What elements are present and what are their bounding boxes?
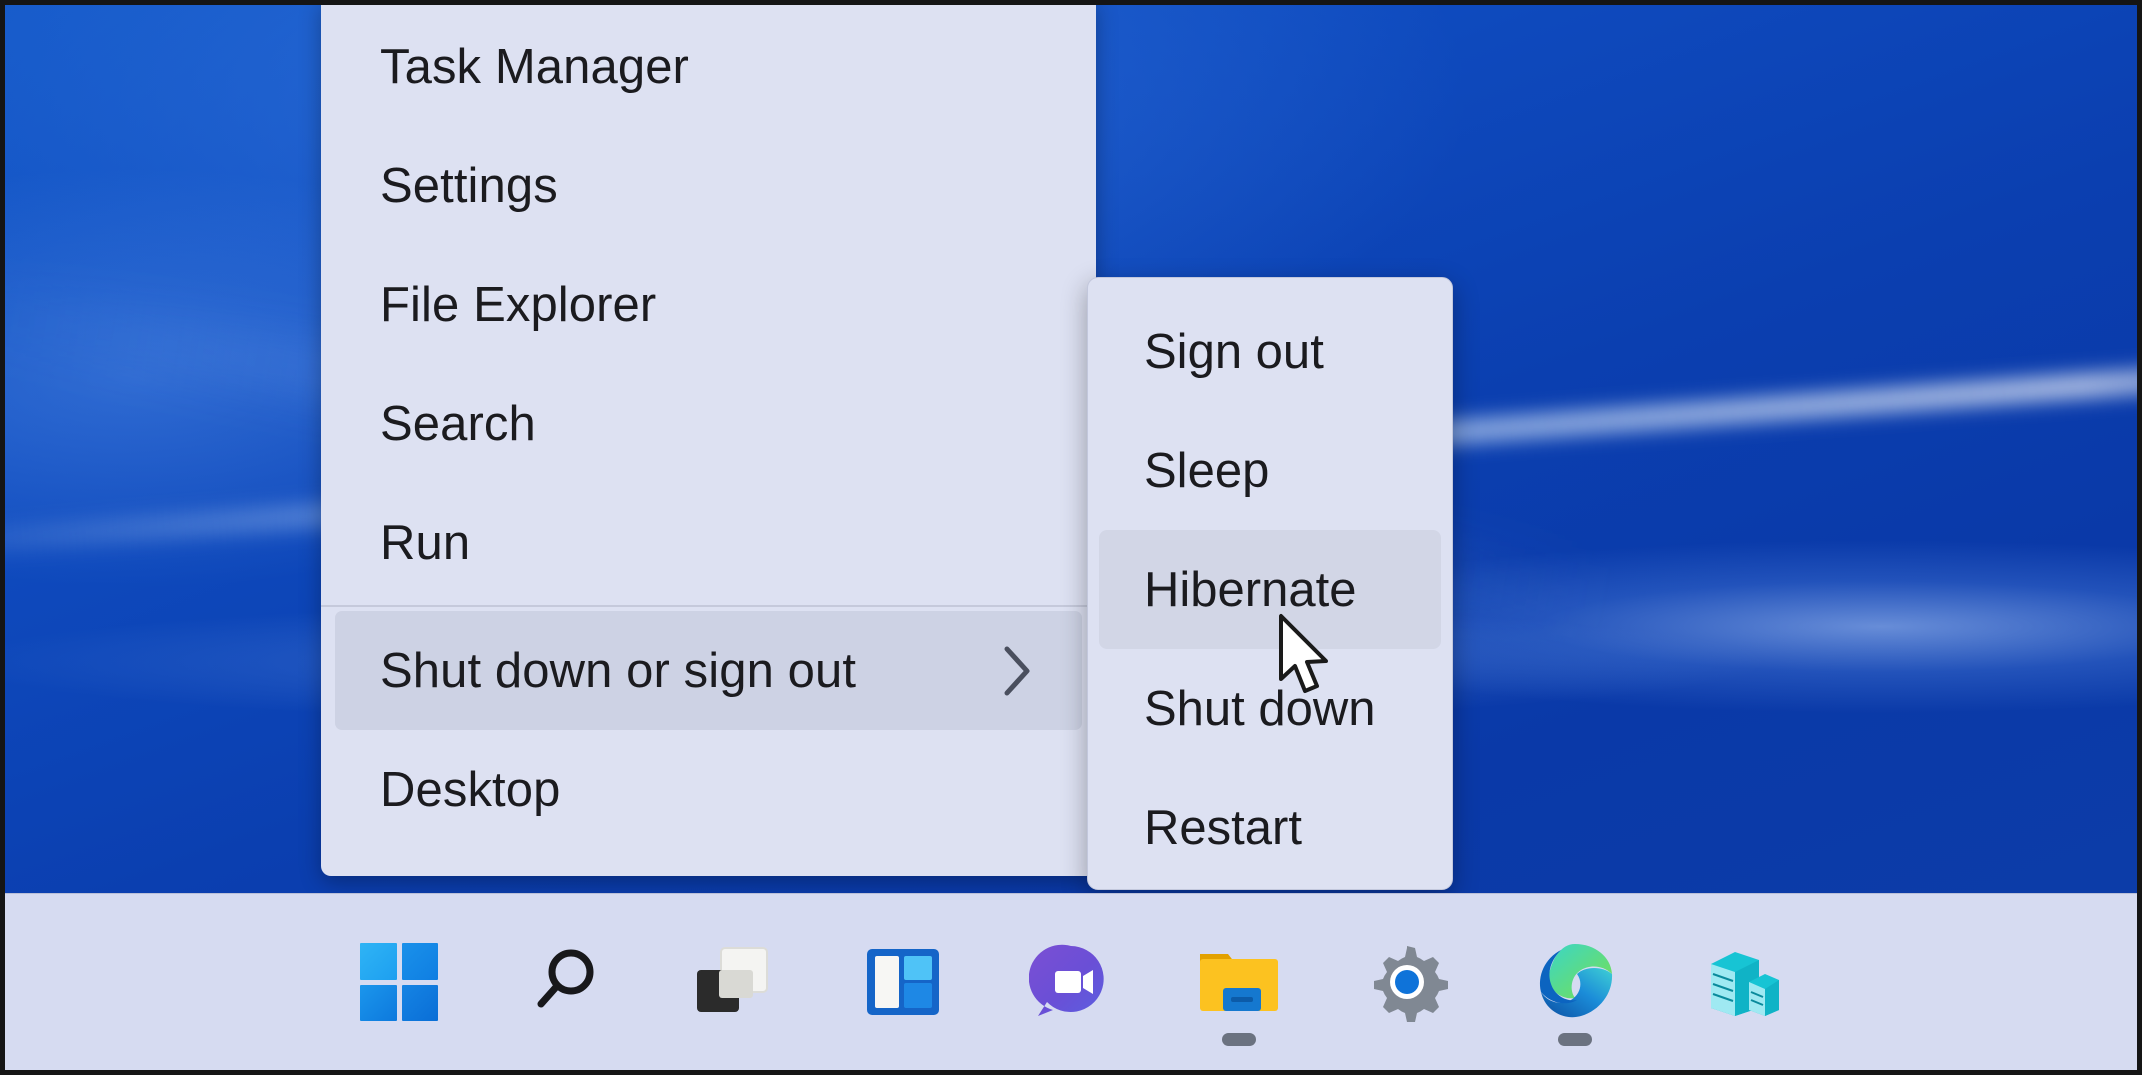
submenu-item-restart[interactable]: Restart (1099, 768, 1441, 887)
submenu-item-label: Sign out (1144, 324, 1324, 380)
taskbar-start-button[interactable] (343, 926, 455, 1038)
gear-icon (1365, 940, 1449, 1024)
menu-item-label: Task Manager (380, 39, 689, 95)
menu-item-desktop[interactable]: Desktop (335, 730, 1082, 849)
running-indicator (1222, 1033, 1256, 1046)
chat-video-icon (1029, 940, 1113, 1024)
taskbar-task-view-button[interactable] (679, 926, 791, 1038)
winx-context-menu[interactable]: Task Manager Settings File Explorer Sear… (321, 0, 1096, 876)
search-icon (527, 942, 607, 1022)
menu-item-label: Settings (380, 158, 558, 214)
menu-item-file-explorer[interactable]: File Explorer (335, 245, 1082, 364)
running-indicator (1558, 1033, 1592, 1046)
submenu-item-shut-down[interactable]: Shut down (1099, 649, 1441, 768)
menu-separator (321, 605, 1096, 607)
menu-item-label: Shut down or sign out (380, 643, 856, 699)
taskbar-widgets-button[interactable] (847, 926, 959, 1038)
taskbar-search-button[interactable] (511, 926, 623, 1038)
submenu-item-hibernate[interactable]: Hibernate (1099, 530, 1441, 649)
menu-item-run[interactable]: Run (335, 483, 1082, 602)
widgets-icon (862, 941, 944, 1023)
windows-logo-icon (360, 943, 438, 1021)
taskbar[interactable] (5, 893, 2137, 1070)
taskbar-chat-button[interactable] (1015, 926, 1127, 1038)
menu-item-label: Run (380, 515, 470, 571)
taskbar-settings-button[interactable] (1351, 926, 1463, 1038)
menu-item-label: Search (380, 396, 536, 452)
edge-icon (1533, 940, 1617, 1024)
shut-down-submenu[interactable]: Sign out Sleep Hibernate Shut down Resta… (1087, 277, 1453, 890)
menu-item-settings[interactable]: Settings (335, 126, 1082, 245)
submenu-item-label: Shut down (1144, 681, 1376, 737)
menu-item-label: File Explorer (380, 277, 656, 333)
taskbar-file-explorer-button[interactable] (1183, 926, 1295, 1038)
submenu-item-label: Sleep (1144, 443, 1269, 499)
taskbar-icon-strip (5, 894, 2137, 1070)
menu-item-search[interactable]: Search (335, 364, 1082, 483)
menu-item-task-manager[interactable]: Task Manager (335, 7, 1082, 126)
server-rack-icon (1701, 940, 1785, 1024)
submenu-item-sleep[interactable]: Sleep (1099, 411, 1441, 530)
task-view-icon (693, 940, 777, 1024)
menu-item-shut-down-or-sign-out[interactable]: Shut down or sign out (335, 611, 1082, 730)
submenu-item-label: Restart (1144, 800, 1302, 856)
menu-item-label: Desktop (380, 762, 560, 818)
taskbar-edge-button[interactable] (1519, 926, 1631, 1038)
chevron-right-icon (1000, 644, 1034, 698)
submenu-item-label: Hibernate (1144, 562, 1356, 618)
submenu-item-sign-out[interactable]: Sign out (1099, 292, 1441, 411)
folder-icon (1195, 942, 1283, 1022)
taskbar-hyper-v-button[interactable] (1687, 926, 1799, 1038)
screen: Task Manager Settings File Explorer Sear… (0, 0, 2142, 1075)
